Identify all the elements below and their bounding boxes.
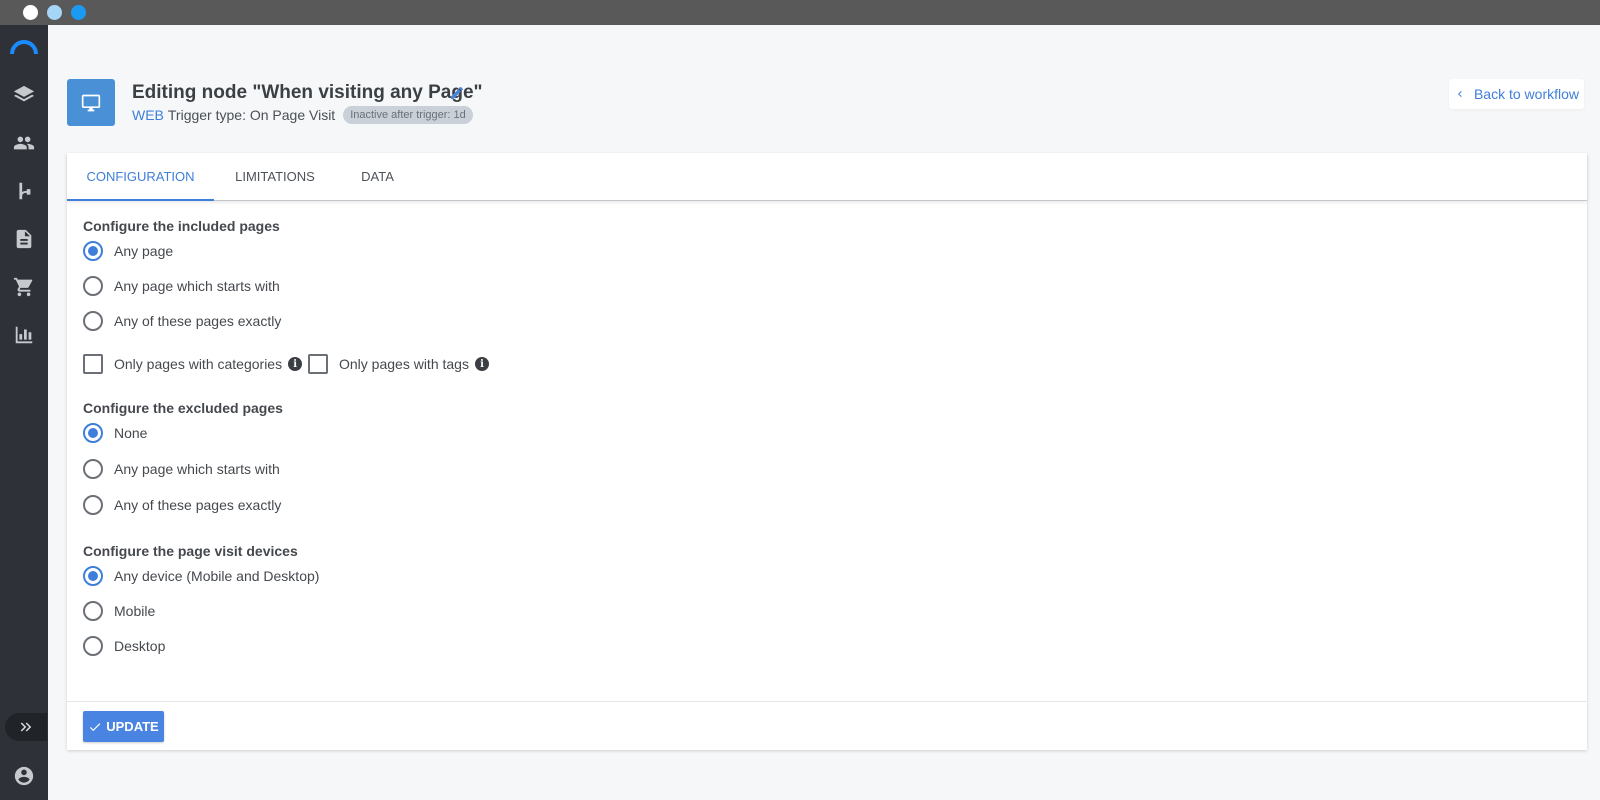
window-maximize-button[interactable]: [71, 5, 86, 20]
radio-button[interactable]: [83, 495, 103, 515]
option-label: Any of these pages exactly: [114, 497, 282, 513]
configuration-card: CONFIGURATION LIMITATIONS DATA Configure…: [67, 153, 1587, 750]
device-option-mobile[interactable]: Mobile: [83, 600, 155, 622]
desktop-icon: [81, 94, 101, 111]
node-type-badge: [67, 79, 115, 126]
document-icon: [16, 229, 32, 249]
workflow-icon: [19, 182, 31, 200]
included-option-any-page[interactable]: Any page: [83, 240, 173, 262]
window-titlebar: [0, 0, 1600, 25]
info-icon[interactable]: i: [474, 357, 489, 371]
sidebar: [0, 25, 48, 800]
radio-button[interactable]: [83, 276, 103, 296]
tab-configuration[interactable]: CONFIGURATION: [67, 153, 214, 201]
radio-button[interactable]: [83, 601, 103, 621]
app-logo-icon[interactable]: [10, 40, 38, 56]
cart-icon: [13, 277, 33, 297]
radio-button[interactable]: [83, 459, 103, 479]
check-icon: [90, 722, 101, 731]
included-option-exact-pages[interactable]: Any of these pages exactly: [83, 310, 281, 332]
sidebar-item-workflow[interactable]: [12, 179, 36, 203]
sidebar-item-documents[interactable]: [12, 227, 36, 251]
option-label: Any of these pages exactly: [114, 313, 282, 329]
sidebar-expand-button[interactable]: [5, 713, 47, 741]
sidebar-item-people[interactable]: [12, 131, 36, 155]
pencil-icon: [451, 87, 463, 99]
window-close-button[interactable]: [23, 5, 38, 20]
option-label: Any device (Mobile and Desktop): [114, 568, 320, 584]
checkbox[interactable]: [83, 354, 103, 374]
back-to-workflow-label: Back to workflow: [1473, 86, 1580, 102]
option-label: Only pages with tags: [339, 356, 469, 372]
filter-categories-checkbox[interactable]: Only pages with categories i: [83, 353, 303, 375]
user-account-button[interactable]: [12, 764, 36, 788]
sidebar-item-layers[interactable]: [12, 83, 36, 107]
tab-limitations[interactable]: LIMITATIONS: [214, 153, 336, 201]
checkbox[interactable]: [308, 354, 328, 374]
node-subtitle: WEB Trigger type: On Page Visit Inactive…: [132, 105, 473, 125]
update-button[interactable]: UPDATE: [83, 711, 164, 742]
sidebar-item-cart[interactable]: [12, 275, 36, 299]
window-minimize-button[interactable]: [47, 5, 62, 20]
option-label: Only pages with categories: [114, 356, 283, 372]
page-title: Editing node "When visiting any Page": [132, 82, 483, 103]
channel-link[interactable]: WEB: [132, 107, 164, 123]
card-footer: UPDATE: [67, 701, 1587, 750]
tab-bar: CONFIGURATION LIMITATIONS DATA: [67, 153, 1587, 201]
tab-data[interactable]: DATA: [336, 153, 419, 201]
double-chevron-right-icon: [20, 722, 32, 732]
option-label: Any page: [114, 243, 174, 259]
devices-heading: Configure the page visit devices: [83, 543, 298, 559]
sidebar-item-analytics[interactable]: [12, 323, 36, 347]
option-label: Any page which starts with: [114, 278, 280, 294]
option-label: Desktop: [114, 638, 166, 654]
excluded-option-starts-with[interactable]: Any page which starts with: [83, 458, 280, 480]
layers-icon: [13, 85, 35, 102]
option-label: Mobile: [114, 603, 156, 619]
bar-chart-icon: [15, 326, 33, 344]
update-button-label: UPDATE: [106, 719, 159, 734]
device-option-any[interactable]: Any device (Mobile and Desktop): [83, 565, 319, 587]
radio-button[interactable]: [83, 636, 103, 656]
excluded-pages-heading: Configure the excluded pages: [83, 400, 283, 416]
included-option-starts-with[interactable]: Any page which starts with: [83, 275, 280, 297]
chevron-left-icon: [1457, 91, 1462, 97]
status-badge: Inactive after trigger: 1d: [343, 106, 473, 124]
radio-button[interactable]: [83, 423, 103, 443]
radio-button[interactable]: [83, 241, 103, 261]
device-option-desktop[interactable]: Desktop: [83, 635, 165, 657]
radio-button[interactable]: [83, 566, 103, 586]
people-icon: [13, 136, 35, 150]
trigger-type-text: Trigger type: On Page Visit: [167, 107, 336, 123]
included-pages-heading: Configure the included pages: [83, 218, 280, 234]
option-label: None: [114, 425, 148, 441]
account-icon: [14, 766, 34, 786]
excluded-option-exact-pages[interactable]: Any of these pages exactly: [83, 494, 281, 516]
filter-tags-checkbox[interactable]: Only pages with tags i: [308, 353, 489, 375]
back-to-workflow-button[interactable]: Back to workflow: [1449, 79, 1584, 109]
option-label: Any page which starts with: [114, 461, 280, 477]
excluded-option-none[interactable]: None: [83, 422, 147, 444]
info-icon[interactable]: i: [288, 357, 303, 371]
edit-title-button[interactable]: [449, 85, 467, 103]
radio-button[interactable]: [83, 311, 103, 331]
